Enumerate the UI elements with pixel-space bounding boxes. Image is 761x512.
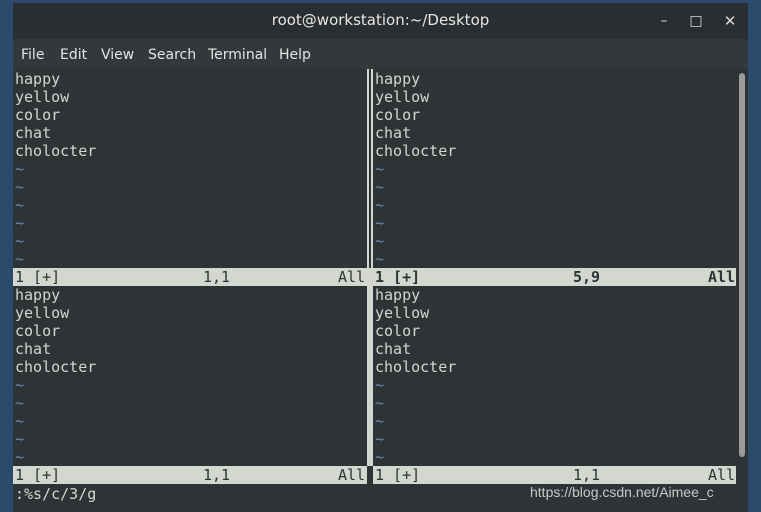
scrollbar-thumb[interactable]: [739, 73, 745, 457]
buffer-line: happy: [375, 286, 421, 304]
vertical-split-separator[interactable]: [367, 69, 373, 286]
empty-line-tilde: ~: [15, 160, 25, 178]
buffer-line: happy: [15, 286, 61, 304]
empty-line-tilde: ~: [375, 394, 385, 412]
menu-terminal[interactable]: Terminal: [208, 47, 267, 63]
buffer-line: yellow: [15, 88, 70, 106]
vertical-split-separator-lower[interactable]: [367, 286, 373, 466]
status-position: 1,1: [573, 466, 601, 484]
terminal-window: root@workstation:~/Desktop – □ ✕ File Ed…: [13, 3, 748, 512]
buffer-line: yellow: [15, 304, 70, 322]
buffer-line: happy: [15, 70, 61, 88]
buffer-line: chat: [15, 124, 52, 142]
buffer-line: chat: [375, 340, 412, 358]
status-line-top-left: 1 [+] 1,1 All: [13, 268, 367, 286]
close-icon[interactable]: ✕: [719, 10, 741, 32]
empty-line-tilde: ~: [15, 196, 25, 214]
empty-line-tilde: ~: [375, 250, 385, 268]
empty-line-tilde: ~: [15, 250, 25, 268]
status-position: 5,9: [573, 268, 601, 286]
pane-top-left[interactable]: happy yellow color chat cholocter ~ ~ ~ …: [13, 69, 367, 285]
status-position: 1,1: [203, 268, 231, 286]
menu-edit[interactable]: Edit: [60, 47, 87, 63]
menu-help[interactable]: Help: [279, 47, 311, 63]
empty-line-tilde: ~: [15, 232, 25, 250]
empty-line-tilde: ~: [375, 376, 385, 394]
window-title: root@workstation:~/Desktop: [271, 11, 490, 29]
buffer-line: happy: [375, 70, 421, 88]
empty-line-tilde: ~: [375, 232, 385, 250]
empty-line-tilde: ~: [15, 430, 25, 448]
buffer-line: chat: [15, 340, 52, 358]
menu-file[interactable]: File: [21, 47, 44, 63]
buffer-line: cholocter: [375, 358, 457, 376]
status-scroll: All: [338, 268, 366, 286]
empty-line-tilde: ~: [15, 178, 25, 196]
empty-line-tilde: ~: [375, 448, 385, 466]
buffer-line: chat: [375, 124, 412, 142]
command-line[interactable]: :%s/c/3/g: [15, 485, 96, 503]
terminal-area[interactable]: happy yellow color chat cholocter ~ ~ ~ …: [13, 69, 736, 512]
menu-bar: File Edit View Search Terminal Help: [13, 39, 748, 69]
buffer-line: color: [15, 322, 61, 340]
buffer-line: cholocter: [15, 358, 97, 376]
pane-bottom-right[interactable]: happy yellow color chat cholocter ~ ~ ~ …: [373, 286, 736, 466]
pane-top-right[interactable]: happy yellow color chat cholocter ~ ~ ~ …: [373, 69, 736, 268]
minimize-icon[interactable]: –: [653, 10, 675, 32]
empty-line-tilde: ~: [15, 394, 25, 412]
title-bar[interactable]: root@workstation:~/Desktop – □ ✕: [13, 3, 748, 39]
maximize-icon[interactable]: □: [685, 10, 707, 32]
empty-line-tilde: ~: [375, 430, 385, 448]
buffer-line: yellow: [375, 304, 430, 322]
menu-search[interactable]: Search: [148, 47, 196, 63]
pane-bottom-left[interactable]: happy yellow color chat cholocter ~ ~ ~ …: [13, 286, 367, 466]
empty-line-tilde: ~: [15, 214, 25, 232]
empty-line-tilde: ~: [15, 448, 25, 466]
empty-line-tilde: ~: [375, 160, 385, 178]
watermark-text: https://blog.csdn.net/Aimee_c: [530, 484, 714, 500]
empty-line-tilde: ~: [15, 412, 25, 430]
status-line-bottom-right: 1 [+] 1,1 All: [373, 466, 736, 484]
status-line-bottom-left: 1 [+] 1,1 All: [13, 466, 367, 484]
status-buffer-name: 1 [+]: [375, 268, 421, 286]
empty-line-tilde: ~: [375, 178, 385, 196]
buffer-line: cholocter: [375, 142, 457, 160]
status-scroll: All: [338, 466, 366, 484]
status-line-top-right: 1 [+] 5,9 All: [373, 268, 736, 286]
status-scroll: All: [708, 268, 736, 286]
status-position: 1,1: [203, 466, 231, 484]
status-scroll: All: [708, 466, 736, 484]
scrollbar[interactable]: [736, 69, 748, 512]
status-buffer-name: 1 [+]: [15, 466, 61, 484]
empty-line-tilde: ~: [375, 196, 385, 214]
empty-line-tilde: ~: [375, 214, 385, 232]
buffer-line: yellow: [375, 88, 430, 106]
buffer-line: cholocter: [15, 142, 97, 160]
separator-gap: [369, 69, 371, 268]
empty-line-tilde: ~: [375, 412, 385, 430]
buffer-line: color: [375, 322, 421, 340]
menu-view[interactable]: View: [101, 47, 134, 63]
status-buffer-name: 1 [+]: [375, 466, 421, 484]
empty-line-tilde: ~: [15, 376, 25, 394]
status-buffer-name: 1 [+]: [15, 268, 61, 286]
buffer-line: color: [15, 106, 61, 124]
buffer-line: color: [375, 106, 421, 124]
